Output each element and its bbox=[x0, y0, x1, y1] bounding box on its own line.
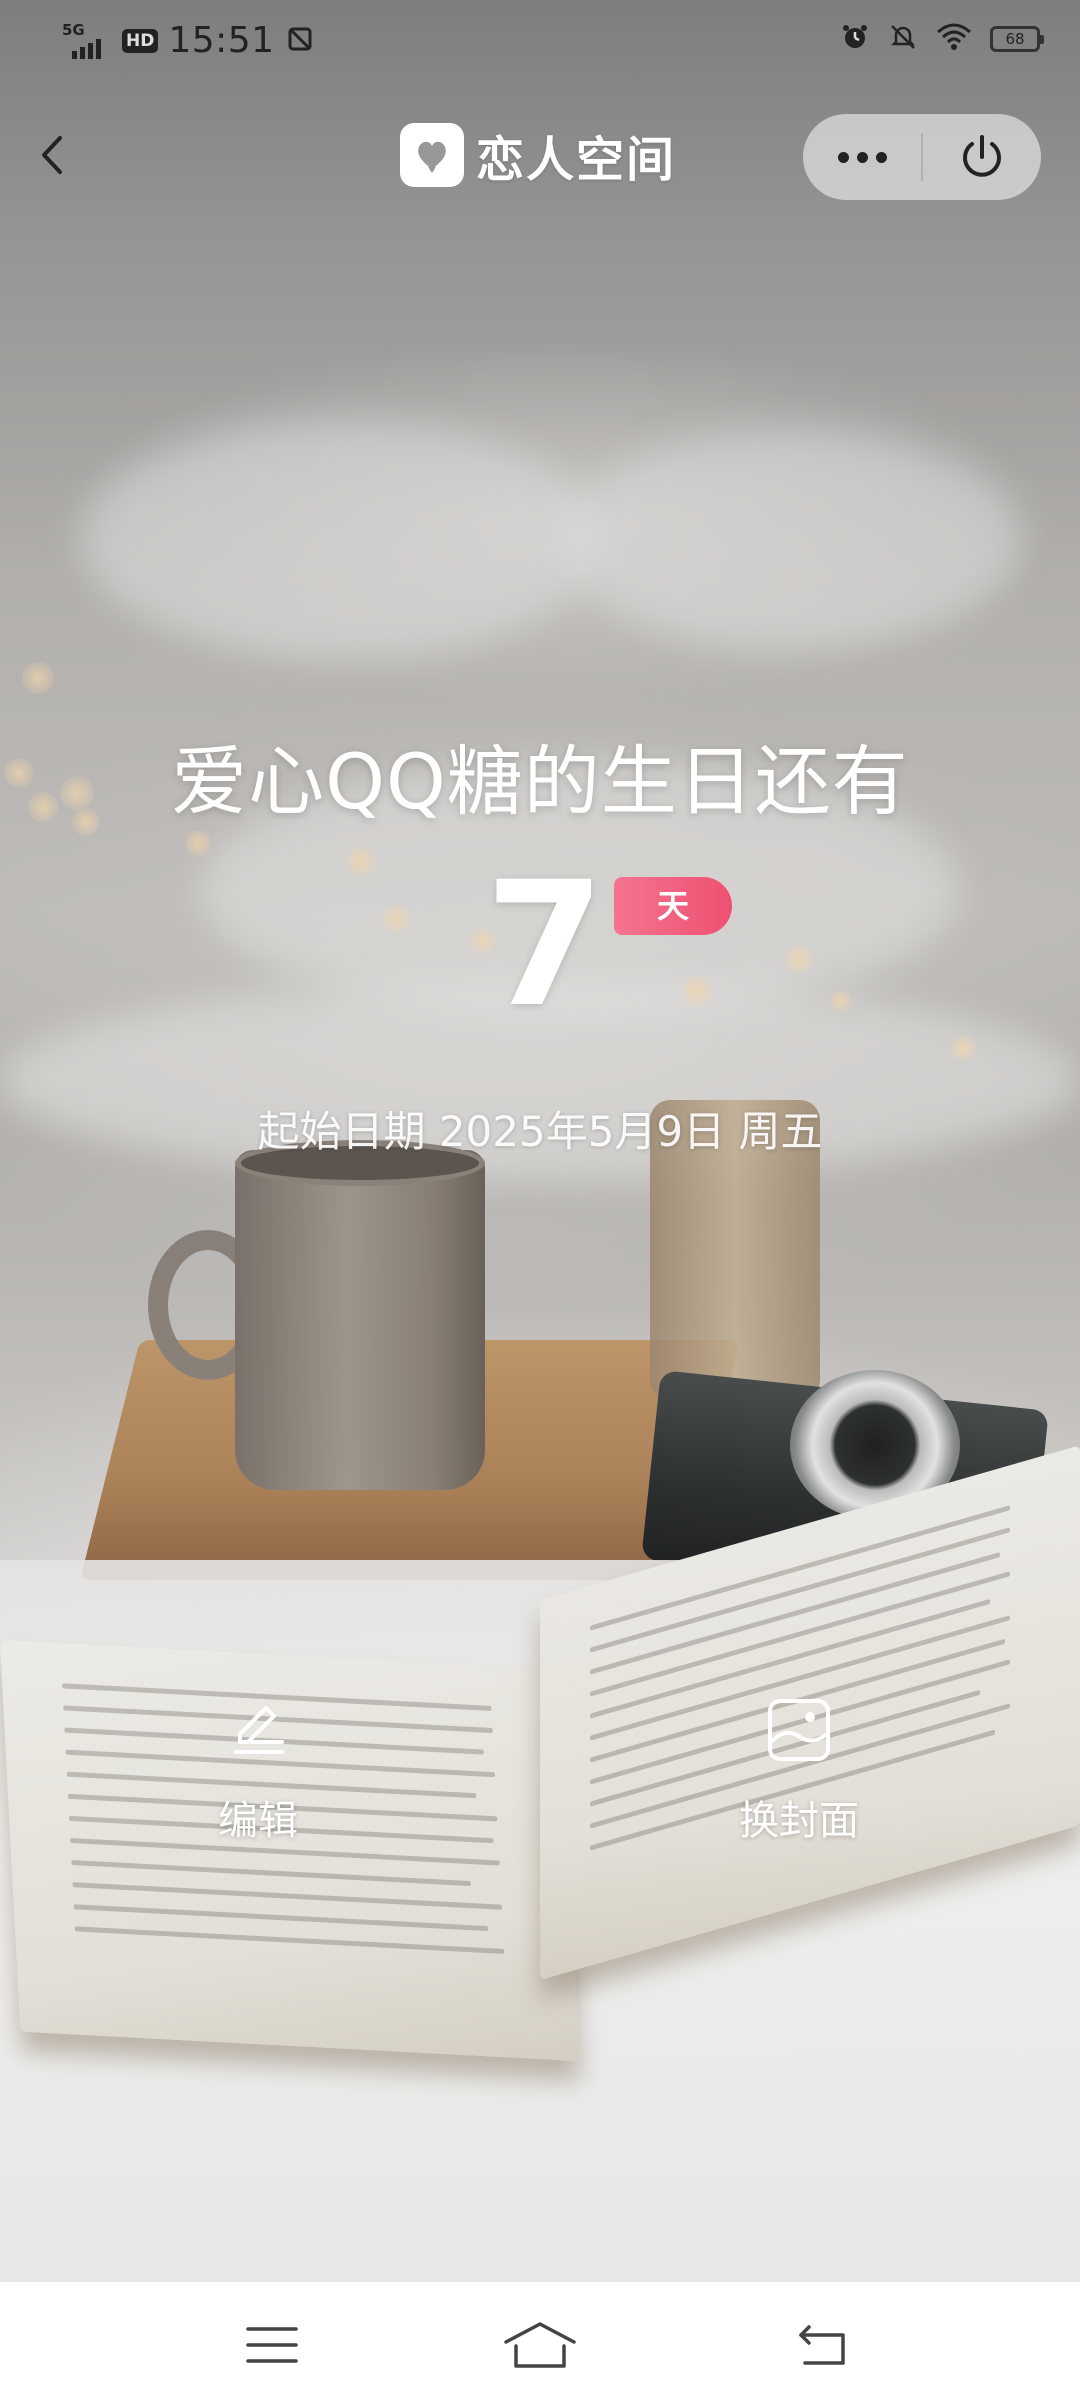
edit-button[interactable]: 编辑 bbox=[158, 1690, 358, 1860]
close-mini-program-button[interactable] bbox=[923, 114, 1041, 200]
cellular-signal-icon: 5G bbox=[62, 21, 112, 61]
battery-icon: 68 bbox=[990, 26, 1044, 52]
change-cover-button[interactable]: 换封面 bbox=[699, 1690, 899, 1860]
more-dots-icon bbox=[837, 151, 849, 163]
start-date: 起始日期 2025年5月9日 周五 bbox=[257, 1107, 823, 1156]
sim-icon bbox=[285, 24, 315, 58]
days-unit-badge: 天 bbox=[614, 877, 732, 935]
system-navigation-bar bbox=[0, 2282, 1080, 2408]
status-time: 15:51 bbox=[168, 20, 275, 61]
image-icon bbox=[759, 1690, 839, 1770]
back-button[interactable] bbox=[22, 125, 82, 185]
mute-icon bbox=[888, 22, 918, 56]
back-icon bbox=[799, 2325, 845, 2365]
alarm-icon bbox=[840, 22, 870, 56]
days-number: 7 bbox=[485, 844, 605, 1045]
page-title: 恋人空间 bbox=[476, 132, 677, 188]
countdown-days: 7 天 bbox=[0, 855, 1080, 1035]
status-bar: 5G HD 15:51 68 bbox=[0, 0, 1080, 90]
power-icon bbox=[963, 135, 1001, 177]
network-type: 5G bbox=[62, 20, 85, 39]
recent-apps-button[interactable] bbox=[232, 2310, 312, 2380]
hd-badge: HD bbox=[122, 28, 159, 53]
wifi-icon bbox=[936, 22, 972, 56]
edit-label: 编辑 bbox=[218, 1798, 298, 1844]
change-cover-label: 换封面 bbox=[739, 1798, 859, 1844]
system-back-button[interactable] bbox=[783, 2310, 863, 2380]
heart-chat-icon bbox=[400, 123, 464, 187]
edit-pen-icon bbox=[218, 1690, 298, 1770]
mini-program-capsule bbox=[803, 114, 1041, 200]
more-button[interactable] bbox=[803, 114, 921, 200]
countdown-title: 爱心QQ糖的生日还有 bbox=[171, 737, 909, 826]
home-button[interactable] bbox=[500, 2310, 580, 2380]
app-header: 恋人空间 bbox=[400, 120, 676, 190]
menu-icon bbox=[246, 2327, 298, 2363]
home-icon bbox=[504, 2322, 576, 2368]
chevron-left-icon bbox=[42, 136, 62, 174]
screen: 5G HD 15:51 68 恋人空间 爱心QQ糖的生日还有 7 天 起始日期 … bbox=[0, 0, 1080, 2408]
